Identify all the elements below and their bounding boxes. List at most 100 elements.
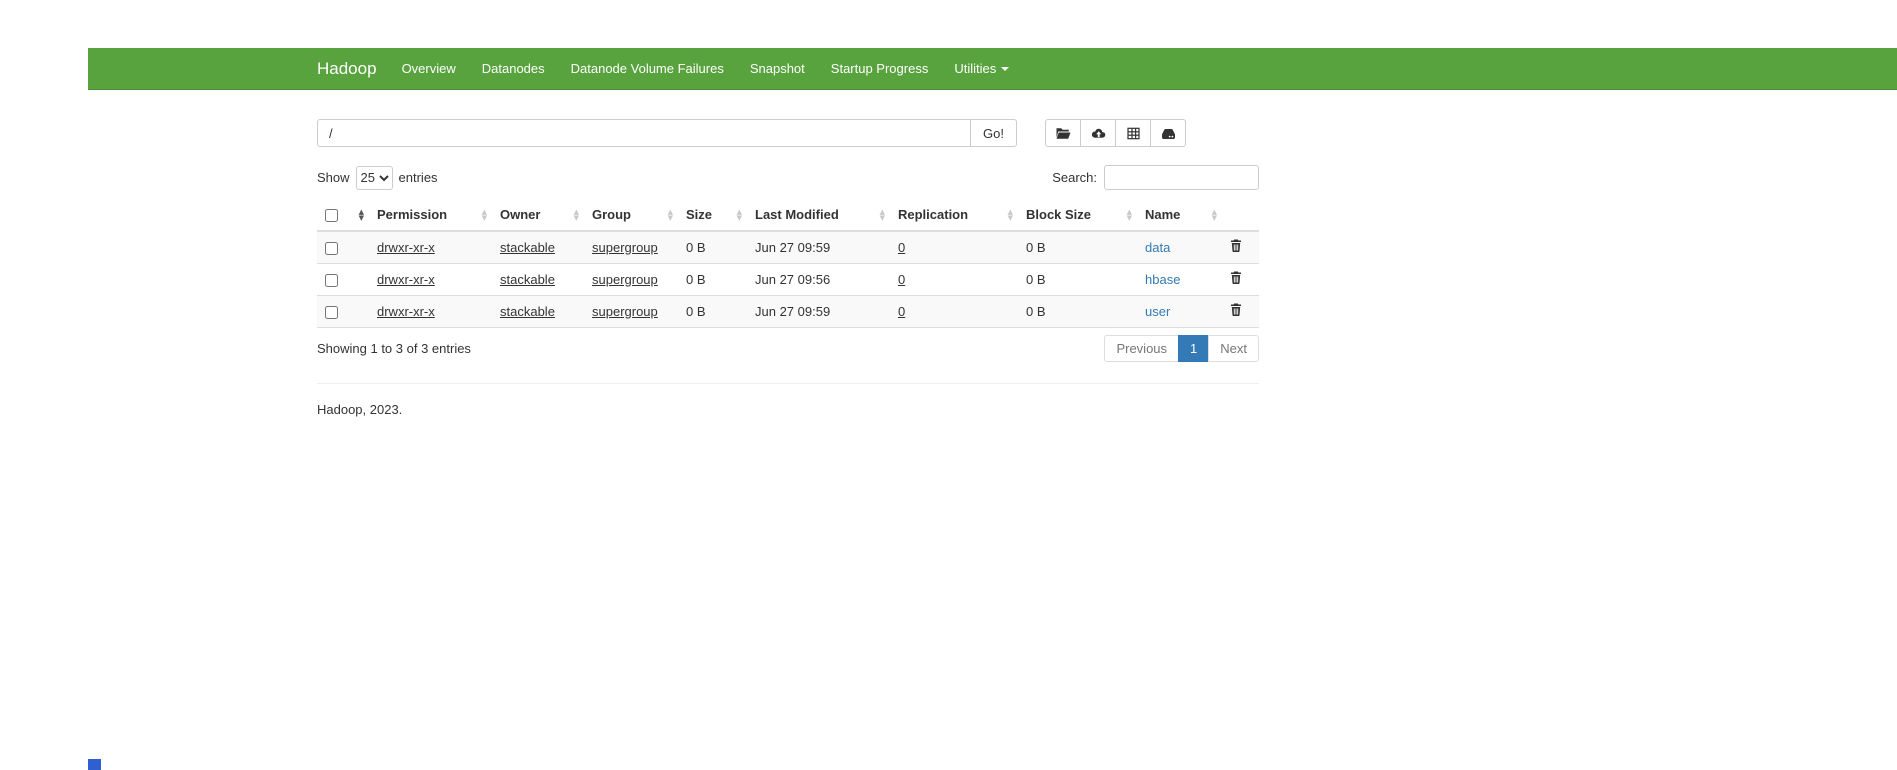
table-summary: Showing 1 to 3 of 3 entries Previous 1 N… [317, 335, 1259, 362]
directory-link[interactable]: hbase [1145, 272, 1180, 287]
table-header-row: Permission Owner Group Size Last Modifie… [317, 199, 1259, 231]
pagination: Previous 1 Next [1104, 335, 1259, 362]
table-row: drwxr-xr-x stackable supergroup 0 B Jun … [317, 231, 1259, 263]
nav-menu: Overview Datanodes Datanode Volume Failu… [389, 48, 1023, 90]
nav-item-utilities[interactable]: Utilities [941, 48, 1022, 90]
size-cell: 0 B [678, 295, 747, 327]
explorer-toolbar [1045, 119, 1186, 147]
upload-files-button[interactable] [1080, 119, 1116, 147]
permission-cell[interactable]: drwxr-xr-x [377, 240, 435, 255]
delete-button[interactable] [1230, 271, 1242, 284]
nav-item-startup-progress[interactable]: Startup Progress [818, 48, 942, 90]
content-container: Browse Directory Go! [302, 48, 1274, 417]
column-header-block-size[interactable]: Block Size [1018, 199, 1137, 231]
page-length-select[interactable]: 25 [356, 166, 393, 190]
table-row: drwxr-xr-x stackable supergroup 0 B Jun … [317, 295, 1259, 327]
header-label: Owner [500, 207, 540, 222]
table-row: drwxr-xr-x stackable supergroup 0 B Jun … [317, 263, 1259, 295]
column-header-size[interactable]: Size [678, 199, 747, 231]
group-cell[interactable]: supergroup [592, 240, 658, 255]
trash-icon [1230, 239, 1242, 252]
navbar: Hadoop Overview Datanodes Datanode Volum… [88, 48, 1897, 90]
nav-item-snapshot[interactable]: Snapshot [737, 48, 818, 90]
pagination-page-1[interactable]: 1 [1178, 335, 1209, 362]
go-button[interactable]: Go! [970, 119, 1017, 147]
nav-item-datanodes[interactable]: Datanodes [469, 48, 558, 90]
block-size-cell: 0 B [1018, 231, 1137, 263]
table-view-button[interactable] [1115, 119, 1151, 147]
permission-cell[interactable]: drwxr-xr-x [377, 304, 435, 319]
column-header-name[interactable]: Name [1137, 199, 1222, 231]
row-checkbox[interactable] [325, 274, 338, 287]
replication-cell[interactable]: 0 [898, 304, 905, 319]
last-modified-cell: Jun 27 09:59 [747, 295, 890, 327]
column-header-last-modified[interactable]: Last Modified [747, 199, 890, 231]
storage-button[interactable] [1150, 119, 1186, 147]
create-directory-button[interactable] [1045, 119, 1081, 147]
cloud-upload-icon [1090, 127, 1107, 139]
entries-label: entries [399, 170, 438, 185]
column-header-replication[interactable]: Replication [890, 199, 1018, 231]
row-checkbox[interactable] [325, 242, 338, 255]
utilities-label: Utilities [954, 61, 996, 76]
trash-icon [1230, 303, 1242, 316]
delete-button[interactable] [1230, 303, 1242, 316]
row-checkbox[interactable] [325, 306, 338, 319]
navbar-inner: Hadoop Overview Datanodes Datanode Volum… [302, 48, 1897, 89]
owner-cell[interactable]: stackable [500, 240, 555, 255]
column-header-select[interactable] [317, 199, 369, 231]
footer-divider [317, 383, 1259, 384]
table-info: Showing 1 to 3 of 3 entries [317, 341, 471, 356]
size-cell: 0 B [678, 231, 747, 263]
delete-button[interactable] [1230, 239, 1242, 252]
sort-icon[interactable] [737, 209, 742, 221]
navbar-brand[interactable]: Hadoop [317, 59, 377, 79]
owner-cell[interactable]: stackable [500, 272, 555, 287]
group-cell[interactable]: supergroup [592, 304, 658, 319]
header-label: Replication [898, 207, 968, 222]
column-header-permission[interactable]: Permission [369, 199, 492, 231]
sort-icon[interactable] [668, 209, 673, 221]
search-control: Search: [1052, 165, 1259, 190]
pagination-next[interactable]: Next [1208, 335, 1259, 362]
directory-link[interactable]: user [1145, 304, 1170, 319]
search-input[interactable] [1104, 165, 1259, 190]
header-label: Size [686, 207, 712, 222]
table-icon [1127, 127, 1140, 140]
header-label: Name [1145, 207, 1180, 222]
sort-icon[interactable] [880, 209, 885, 221]
column-header-owner[interactable]: Owner [492, 199, 584, 231]
group-cell[interactable]: supergroup [592, 272, 658, 287]
sort-icon[interactable] [1212, 209, 1217, 221]
hdd-icon [1161, 127, 1176, 140]
folder-open-icon [1056, 127, 1071, 140]
replication-cell[interactable]: 0 [898, 272, 905, 287]
nav-item-overview[interactable]: Overview [389, 48, 469, 90]
directory-link[interactable]: data [1145, 240, 1170, 255]
sort-icon[interactable] [482, 209, 487, 221]
column-header-group[interactable]: Group [584, 199, 678, 231]
select-all-checkbox[interactable] [325, 209, 338, 222]
show-label: Show [317, 170, 350, 185]
nav-item-datanode-volume-failures[interactable]: Datanode Volume Failures [558, 48, 737, 90]
replication-cell[interactable]: 0 [898, 240, 905, 255]
directory-table: Permission Owner Group Size Last Modifie… [317, 199, 1259, 328]
header-label: Last Modified [755, 207, 839, 222]
last-modified-cell: Jun 27 09:59 [747, 231, 890, 263]
header-label: Group [592, 207, 631, 222]
footer-text: Hadoop, 2023. [317, 402, 1259, 417]
owner-cell[interactable]: stackable [500, 304, 555, 319]
block-size-cell: 0 B [1018, 295, 1137, 327]
sort-icon[interactable] [1008, 209, 1013, 221]
sort-icon[interactable] [574, 209, 579, 221]
explorer-bar: Go! [317, 119, 1259, 147]
directory-path-input[interactable] [317, 119, 971, 147]
sort-icon[interactable] [1127, 209, 1132, 221]
sort-icon[interactable] [359, 209, 364, 221]
path-input-group: Go! [317, 119, 1017, 147]
search-label: Search: [1052, 170, 1097, 185]
caret-down-icon [1001, 67, 1009, 71]
header-label: Block Size [1026, 207, 1091, 222]
pagination-previous[interactable]: Previous [1104, 335, 1179, 362]
permission-cell[interactable]: drwxr-xr-x [377, 272, 435, 287]
